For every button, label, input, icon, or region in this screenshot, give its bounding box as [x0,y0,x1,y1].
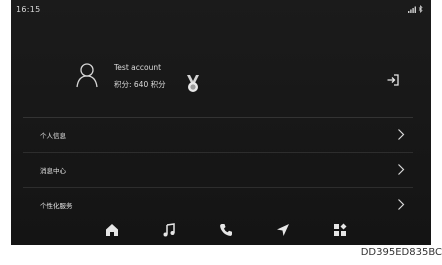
menu-item-label: 个性化服务 [40,202,73,210]
settings-menu: 个人信息 消息中心 个性化服务 [23,117,413,222]
medal-icon [187,75,199,92]
signal-bluetooth-icon [408,5,423,13]
chevron-right-icon [398,164,405,175]
chevron-right-icon [398,129,405,140]
person-outline-icon[interactable] [76,62,98,88]
profile-section: Test account 积分: 640 积分 [11,50,431,110]
chevron-right-icon [398,199,405,210]
apps-icon[interactable] [333,223,347,237]
music-icon[interactable] [162,223,176,237]
home-icon[interactable] [105,223,119,237]
logout-icon[interactable] [386,73,400,87]
navigation-icon[interactable] [276,223,290,237]
status-bar: 16:15 [11,0,431,18]
phone-icon[interactable] [219,223,233,237]
menu-item-message-center[interactable]: 消息中心 [23,152,413,187]
menu-item-label: 消息中心 [40,167,66,175]
app-screen: 16:15 Test account 积分: 640 积分 个人信息 消息中心 … [11,0,431,245]
clock: 16:15 [16,5,41,14]
bottom-dock [11,218,431,245]
menu-item-personal-info[interactable]: 个人信息 [23,117,413,152]
menu-item-personalized-service[interactable]: 个性化服务 [23,187,413,222]
points-balance: 积分: 640 积分 [114,80,166,89]
menu-item-label: 个人信息 [40,132,66,140]
watermark-code: DD395ED835BC [360,247,442,258]
account-name: Test account [114,63,162,72]
